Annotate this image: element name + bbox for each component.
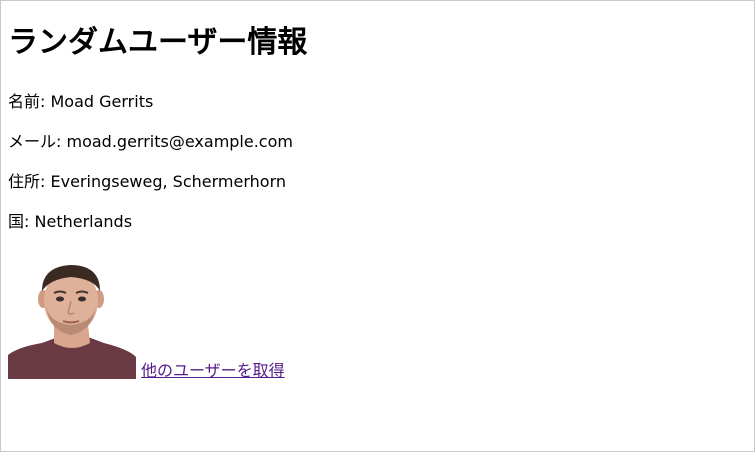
page-content: ランダムユーザー情報 名前: Moad Gerrits メール: moad.ge… [8, 1, 754, 451]
user-country-value: Netherlands [34, 212, 133, 231]
user-email-label: メール: [8, 132, 62, 151]
user-portrait-icon [8, 263, 136, 379]
photo-row: 他のユーザーを取得 [8, 263, 285, 381]
page-title: ランダムユーザー情報 [8, 25, 308, 60]
user-name-row: 名前: Moad Gerrits [8, 92, 153, 112]
user-name-value: Moad Gerrits [50, 92, 154, 111]
user-address-value: Everingseweg, Schermerhorn [50, 172, 287, 191]
get-another-user-link[interactable]: 他のユーザーを取得 [141, 363, 285, 379]
user-name-label: 名前: [8, 92, 46, 111]
user-email-row: メール: moad.gerrits@example.com [8, 132, 293, 152]
user-photo [8, 263, 136, 379]
user-address-row: 住所: Everingseweg, Schermerhorn [8, 172, 286, 192]
user-country-label: 国: [8, 212, 30, 231]
user-address-label: 住所: [8, 172, 46, 191]
user-country-row: 国: Netherlands [8, 212, 132, 232]
user-email-value: moad.gerrits@example.com [66, 132, 293, 151]
